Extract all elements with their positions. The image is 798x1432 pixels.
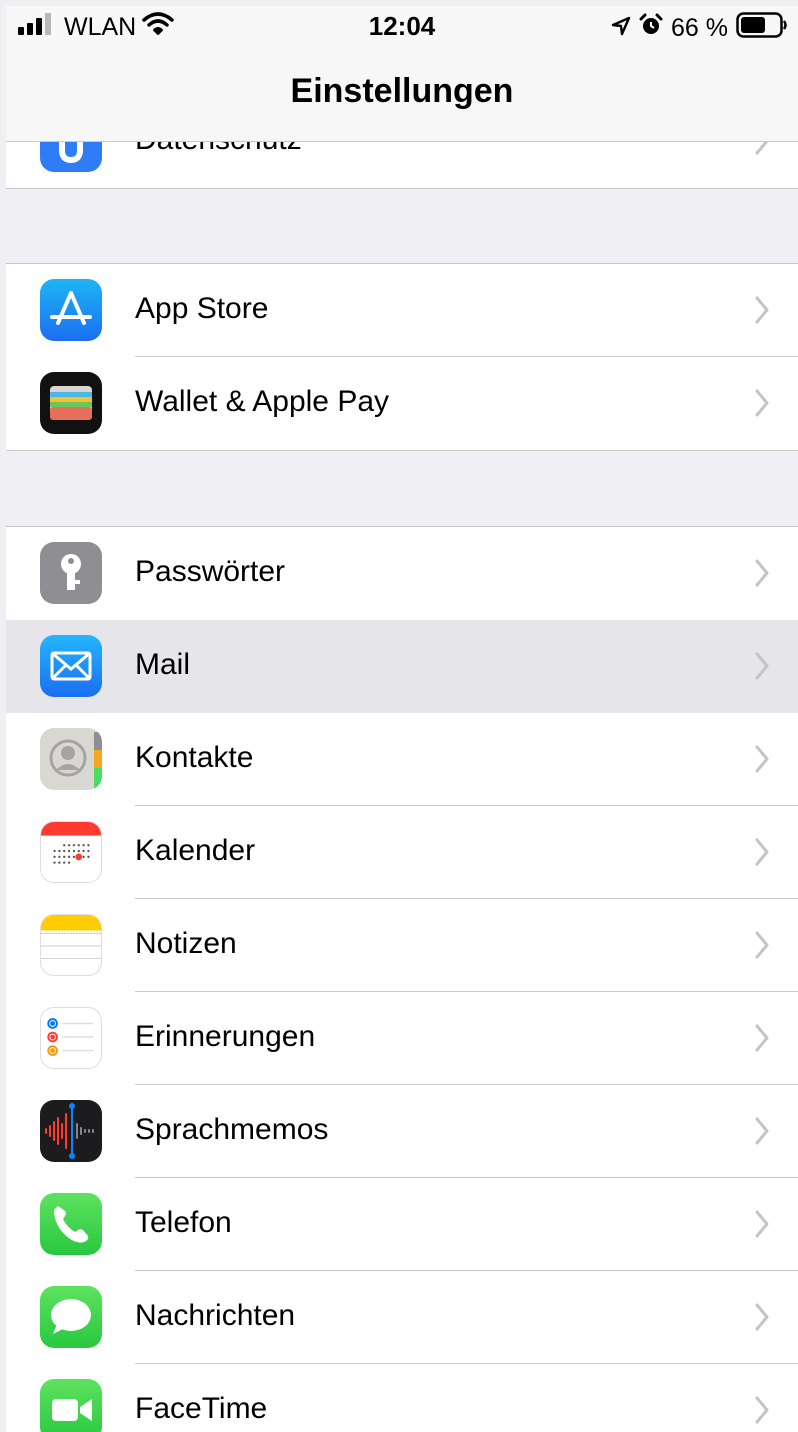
settings-row-label: App Store: [135, 292, 269, 325]
settings-row-facetime[interactable]: FaceTime: [6, 1364, 798, 1432]
location-arrow-icon: [611, 14, 631, 43]
notes-icon: [40, 914, 102, 976]
apps-group: Passwörter Mail Kontakte Kalender Notize…: [6, 526, 798, 1432]
app-store-icon: [40, 279, 102, 341]
settings-list[interactable]: Datenschutz App Store: [6, 142, 798, 1432]
chevron-right-icon: [755, 142, 769, 155]
messages-icon: [40, 1286, 102, 1348]
settings-row-wallet[interactable]: Wallet & Apple Pay: [6, 357, 798, 450]
battery-icon: [736, 12, 788, 45]
facetime-icon: [40, 1379, 102, 1432]
calendar-icon: [40, 821, 102, 883]
settings-row-label: Erinnerungen: [135, 1020, 316, 1053]
chevron-right-icon: [755, 745, 769, 773]
alarm-clock-icon: [639, 13, 663, 44]
mail-envelope-icon: [40, 635, 102, 697]
privacy-group: Datenschutz: [6, 142, 798, 189]
settings-row-label: Kontakte: [135, 741, 254, 774]
chevron-right-icon: [755, 296, 769, 324]
settings-row-label: Sprachmemos: [135, 1113, 329, 1146]
chevron-right-icon: [755, 1117, 769, 1145]
settings-row-erinnerungen[interactable]: Erinnerungen: [6, 992, 798, 1085]
settings-row-notizen[interactable]: Notizen: [6, 899, 798, 992]
store-group: App Store Wallet & Apple Pay: [6, 263, 798, 451]
settings-row-label: Datenschutz: [135, 142, 302, 157]
settings-row-datenschutz[interactable]: Datenschutz: [6, 142, 798, 188]
navigation-bar: Einstellungen: [6, 46, 798, 142]
settings-row-sprachmemos[interactable]: Sprachmemos: [6, 1085, 798, 1178]
settings-row-kontakte[interactable]: Kontakte: [6, 713, 798, 806]
settings-row-label: Mail: [135, 648, 191, 681]
key-icon: [40, 542, 102, 604]
chevron-right-icon: [755, 1210, 769, 1238]
settings-row-label: Telefon: [135, 1206, 232, 1239]
chevron-right-icon: [755, 1303, 769, 1331]
settings-row-label: Passwörter: [135, 555, 286, 588]
settings-row-label: Kalender: [135, 834, 256, 867]
wallet-icon: [40, 372, 102, 434]
settings-row-nachrichten[interactable]: Nachrichten: [6, 1271, 798, 1364]
status-bar: WLAN 12:04 66 %: [6, 6, 798, 46]
chevron-right-icon: [755, 1024, 769, 1052]
chevron-right-icon: [755, 1396, 769, 1424]
settings-row-label: Wallet & Apple Pay: [135, 385, 390, 418]
settings-row-kalender[interactable]: Kalender: [6, 806, 798, 899]
phone-icon: [40, 1193, 102, 1255]
page-title: Einstellungen: [290, 72, 514, 110]
voice-memos-icon: [40, 1100, 102, 1162]
chevron-right-icon: [755, 931, 769, 959]
contacts-icon: [40, 728, 102, 790]
chevron-right-icon: [755, 652, 769, 680]
battery-percent: 66 %: [671, 14, 728, 42]
chevron-right-icon: [755, 389, 769, 417]
settings-row-passwoerter[interactable]: Passwörter: [6, 527, 798, 620]
privacy-hand-icon: [40, 142, 102, 172]
settings-row-label: Notizen: [135, 927, 237, 960]
settings-row-mail[interactable]: Mail: [6, 620, 798, 713]
reminders-icon: [40, 1007, 102, 1069]
settings-row-label: FaceTime: [135, 1392, 268, 1425]
settings-screen: WLAN 12:04 66 % Einstellungen App Store …: [0, 0, 798, 1432]
chevron-right-icon: [755, 559, 769, 587]
chevron-right-icon: [755, 838, 769, 866]
settings-row-app-store[interactable]: App Store: [6, 264, 798, 357]
settings-row-telefon[interactable]: Telefon: [6, 1178, 798, 1271]
settings-row-label: Nachrichten: [135, 1299, 296, 1332]
